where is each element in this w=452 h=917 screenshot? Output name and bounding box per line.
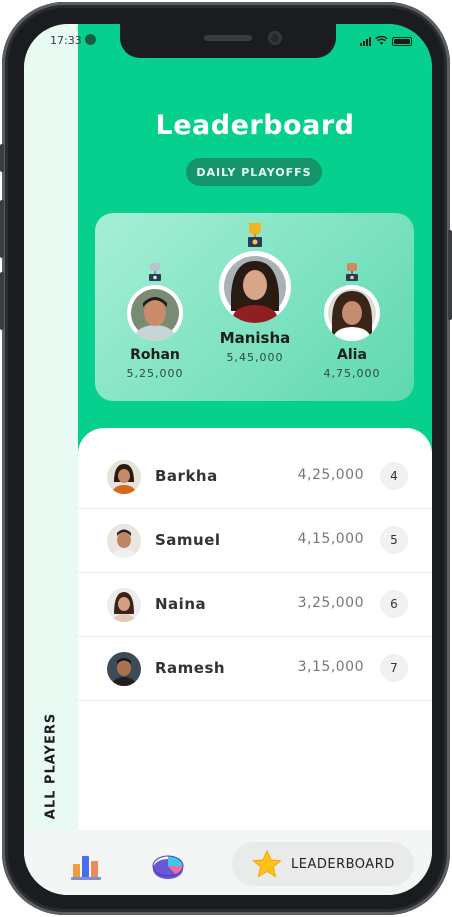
- screen: ALL PLAYERS 17:33 Leaderboard DAILY PLAY…: [24, 24, 432, 895]
- player-name: Naina: [155, 595, 207, 613]
- phone-frame: ALL PLAYERS 17:33 Leaderboard DAILY PLAY…: [0, 2, 452, 915]
- power-button: [448, 230, 452, 320]
- gold-trophy-icon: [248, 223, 262, 247]
- bar-chart-icon[interactable]: [71, 850, 101, 880]
- avatar: [127, 285, 183, 341]
- top-player-1[interactable]: Manisha 5,45,000: [217, 223, 293, 364]
- list-item[interactable]: Naina 3,25,000 6: [78, 573, 432, 637]
- signal-icon: [360, 36, 371, 46]
- player-score: 4,15,000: [297, 531, 364, 547]
- volume-down-button: [0, 272, 4, 330]
- avatar: [107, 460, 141, 494]
- rank-badge: 4: [380, 462, 408, 490]
- player-score: 3,25,000: [297, 595, 364, 611]
- speaker: [204, 35, 252, 41]
- bottom-nav: LEADERBOARD: [24, 830, 432, 895]
- notch: [120, 24, 336, 58]
- front-camera: [268, 31, 282, 45]
- bronze-trophy-icon: [346, 263, 358, 281]
- status-icons: [360, 36, 412, 46]
- silver-trophy-icon: [149, 263, 161, 281]
- page-title: Leaderboard: [155, 110, 355, 141]
- player-name: Samuel: [155, 531, 221, 549]
- player-name: Alia: [337, 347, 367, 363]
- avatar: [107, 652, 141, 686]
- list-item[interactable]: Samuel 4,15,000 5: [78, 509, 432, 573]
- list-item[interactable]: Barkha 4,25,000 4: [78, 445, 432, 509]
- rank-badge: 6: [380, 590, 408, 618]
- top-player-2[interactable]: Rohan 5,25,000: [125, 263, 185, 380]
- star-icon: [252, 849, 282, 878]
- player-score: 5,25,000: [126, 367, 184, 380]
- top-player-3[interactable]: Alia 4,75,000: [322, 263, 382, 380]
- player-score: 3,15,000: [297, 659, 364, 675]
- daily-playoffs-button[interactable]: DAILY PLAYOFFS: [186, 158, 322, 186]
- side-strip: ALL PLAYERS: [24, 24, 78, 895]
- podium-card: Rohan 5,25,000 Manisha 5,45,000 Alia 4,7…: [95, 213, 414, 401]
- status-time: 17:33: [50, 34, 82, 47]
- avatar: [107, 588, 141, 622]
- volume-up-button: [0, 200, 4, 258]
- message-notification-icon: [85, 34, 96, 45]
- player-name: Barkha: [155, 467, 218, 485]
- player-name: Manisha: [219, 329, 291, 347]
- player-name: Ramesh: [155, 659, 226, 677]
- avatar: [324, 285, 380, 341]
- player-score: 4,75,000: [323, 367, 381, 380]
- player-score: 4,25,000: [297, 467, 364, 483]
- leaderboard-nav-button[interactable]: LEADERBOARD: [232, 842, 414, 886]
- players-list: Barkha 4,25,000 4 Samuel 4,15,000 5 Nain…: [78, 428, 432, 830]
- leaderboard-nav-label: LEADERBOARD: [291, 856, 395, 872]
- pie-chart-icon[interactable]: [152, 854, 184, 880]
- battery-icon: [392, 36, 412, 46]
- rank-badge: 5: [380, 526, 408, 554]
- all-players-tab[interactable]: ALL PLAYERS: [44, 713, 59, 819]
- wifi-icon: [375, 36, 388, 45]
- rank-badge: 7: [380, 654, 408, 682]
- player-name: Rohan: [130, 347, 180, 363]
- player-score: 5,45,000: [226, 351, 284, 364]
- mute-switch: [0, 144, 4, 172]
- avatar: [107, 524, 141, 558]
- avatar: [219, 251, 291, 323]
- list-item[interactable]: Ramesh 3,15,000 7: [78, 637, 432, 701]
